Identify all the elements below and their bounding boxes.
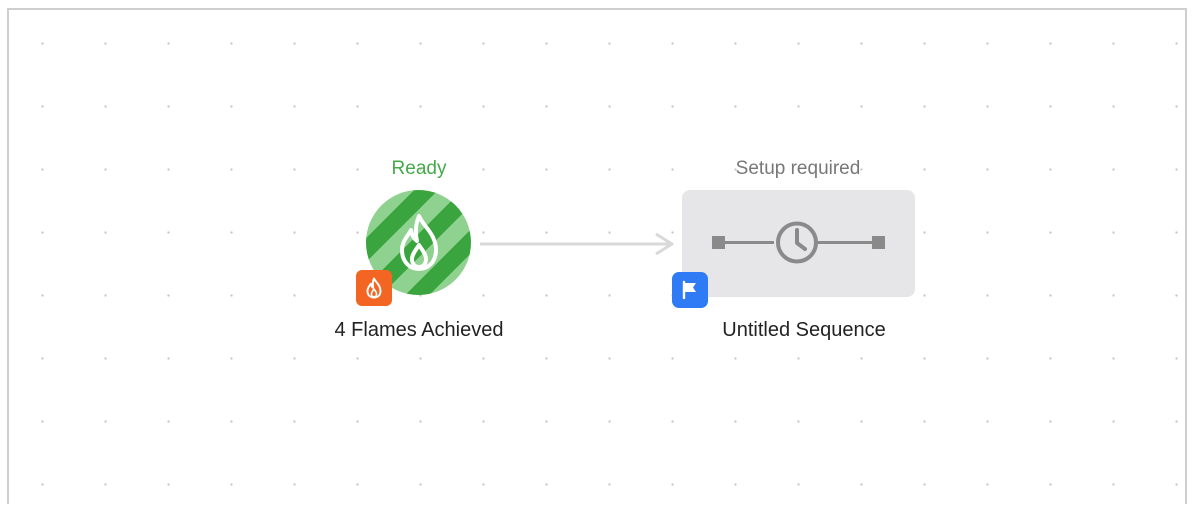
flame-icon <box>366 277 382 299</box>
trigger-label: 4 Flames Achieved <box>334 319 504 341</box>
clock-icon <box>712 221 885 264</box>
sequence-status: Setup required <box>735 158 861 179</box>
arrow-right-icon <box>480 232 674 256</box>
flame-icon <box>400 214 438 271</box>
trigger-status: Ready <box>391 158 447 179</box>
sequence-node[interactable] <box>682 190 915 297</box>
workflow-canvas[interactable]: Ready Setup required 4 Flames Achieved U… <box>7 8 1187 504</box>
trigger-type-badge <box>356 270 392 306</box>
connector-arrow <box>480 232 678 261</box>
sequence-label: Untitled Sequence <box>722 319 886 341</box>
sequence-type-badge <box>672 272 708 308</box>
flag-icon <box>682 280 696 300</box>
